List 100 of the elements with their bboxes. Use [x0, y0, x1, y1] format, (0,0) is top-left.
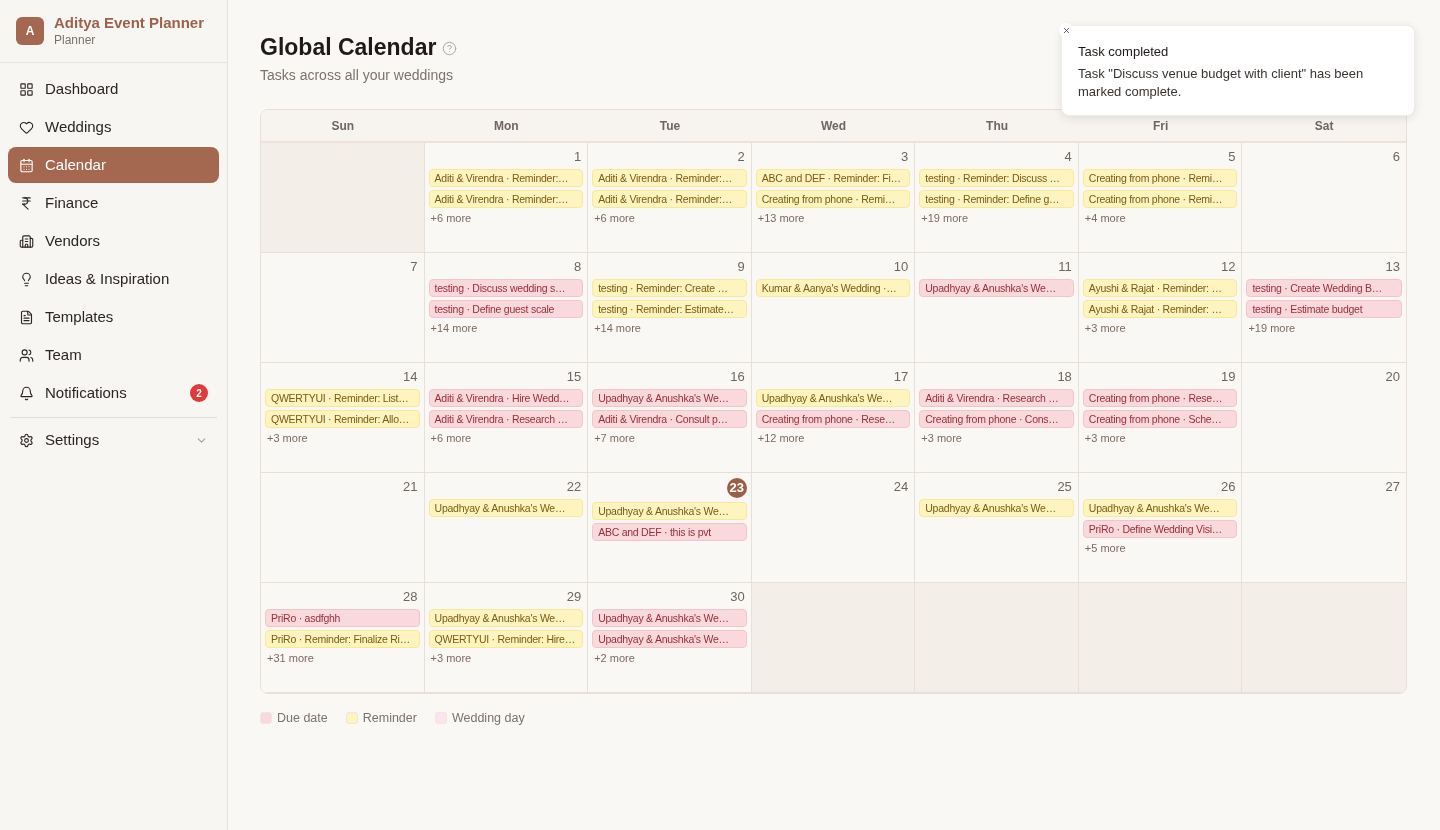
- more-link[interactable]: +7 more: [592, 430, 637, 446]
- toast-message: Task "Discuss venue budget with client" has been marked complete.: [1078, 64, 1365, 101]
- day-number: 26: [1220, 478, 1237, 496]
- nav-item[interactable]: Team: [8, 337, 219, 373]
- event-chip[interactable]: testing · Define guest scale: [428, 300, 584, 318]
- settings-nav-item[interactable]: Settings: [8, 422, 219, 458]
- day-number: 27: [1385, 478, 1401, 496]
- more-link[interactable]: +4 more: [1082, 210, 1128, 226]
- day-number: 9: [737, 258, 746, 276]
- event-chip[interactable]: Upadhyay & Anushka's We…: [592, 389, 747, 407]
- event-chip[interactable]: Upadhyay & Anushka's We…: [1082, 499, 1238, 517]
- weekday-header: Sat: [1313, 117, 1335, 135]
- weekday-header: Thu: [985, 117, 1010, 135]
- day-number: 15: [566, 368, 583, 386]
- event-chip[interactable]: testing · Reminder: Discuss …: [919, 169, 1074, 187]
- day-number: 6: [1392, 148, 1401, 166]
- day-number: 5: [1228, 148, 1237, 166]
- event-chip[interactable]: Upadhyay & Anushka's We…: [592, 609, 747, 627]
- event-chip[interactable]: Aditi & Virendra · Hire Wedd…: [428, 389, 584, 407]
- event-chip[interactable]: Aditi & Virendra · Research …: [919, 389, 1074, 407]
- nav-item[interactable]: Notifications 2: [8, 375, 219, 411]
- event-chip[interactable]: QWERTYUI · Reminder: Allo…: [265, 410, 420, 428]
- more-link[interactable]: +6 more: [428, 210, 474, 226]
- more-link[interactable]: +5 more: [1082, 540, 1128, 556]
- event-chip[interactable]: ABC and DEF · Reminder: Fi…: [755, 169, 911, 187]
- more-link[interactable]: +3 more: [428, 650, 474, 666]
- event-chip[interactable]: Upadhyay & Anushka's We…: [919, 499, 1074, 517]
- event-chip[interactable]: Upadhyay & Anushka's We…: [592, 502, 747, 520]
- event-chip[interactable]: QWERTYUI · Reminder: List…: [265, 389, 420, 407]
- event-chip[interactable]: Creating from phone · Remi…: [1082, 190, 1238, 208]
- event-chip[interactable]: Creating from phone · Rese…: [1082, 389, 1238, 407]
- event-chip[interactable]: testing · Reminder: Create …: [592, 279, 747, 297]
- event-chip[interactable]: Aditi & Virendra · Reminder:…: [592, 190, 747, 208]
- day-number: 4: [1064, 148, 1073, 166]
- day-number: 22: [566, 478, 583, 496]
- more-link[interactable]: +6 more: [592, 210, 637, 226]
- event-chip[interactable]: Ayushi & Rajat · Reminder: …: [1082, 279, 1238, 297]
- event-chip[interactable]: ABC and DEF · this is pvt: [592, 523, 747, 541]
- more-link[interactable]: +19 more: [919, 210, 971, 226]
- event-chip[interactable]: Kumar & Aanya's Wedding ·…: [755, 279, 911, 297]
- more-link[interactable]: +14 more: [428, 320, 480, 336]
- event-chip[interactable]: Upadhyay & Anushka's We…: [592, 630, 747, 648]
- nav-item[interactable]: Templates: [8, 299, 219, 335]
- day-number: 2: [737, 148, 746, 166]
- event-chip[interactable]: Creating from phone · Remi…: [755, 190, 911, 208]
- event-chip[interactable]: testing · Reminder: Define g…: [919, 190, 1074, 208]
- event-chip[interactable]: Aditi & Virendra · Reminder:…: [592, 169, 747, 187]
- day-number: 28: [403, 588, 419, 606]
- event-chip[interactable]: testing · Reminder: Estimate…: [592, 300, 747, 318]
- day-number: 16: [730, 368, 746, 386]
- brand-role: Planner: [54, 32, 96, 49]
- event-chip[interactable]: Aditi & Virendra · Reminder:…: [428, 190, 584, 208]
- more-link[interactable]: +3 more: [1082, 320, 1128, 336]
- day-number: 19: [1220, 368, 1237, 386]
- event-chip[interactable]: QWERTYUI · Reminder: Hire…: [428, 630, 584, 648]
- lightbulb-icon: [19, 271, 34, 287]
- event-chip[interactable]: Ayushi & Rajat · Reminder: …: [1082, 300, 1238, 318]
- event-chip[interactable]: Upadhyay & Anushka's We…: [755, 389, 911, 407]
- weekday-header: Sun: [330, 117, 356, 135]
- nav-item[interactable]: Vendors: [8, 223, 219, 259]
- more-link[interactable]: +19 more: [1246, 320, 1298, 336]
- nav-item[interactable]: Weddings: [8, 109, 219, 145]
- more-link[interactable]: +2 more: [592, 650, 637, 666]
- event-chip[interactable]: testing · Estimate budget: [1246, 300, 1402, 318]
- event-chip[interactable]: PriRo · Define Wedding Visi…: [1082, 520, 1238, 538]
- event-chip[interactable]: Upadhyay & Anushka's We…: [428, 609, 584, 627]
- day-number: 29: [566, 588, 583, 606]
- event-chip[interactable]: testing · Create Wedding B…: [1246, 279, 1402, 297]
- event-chip[interactable]: PriRo · asdfghh: [265, 609, 420, 627]
- more-link[interactable]: +31 more: [265, 650, 316, 666]
- event-chip[interactable]: testing · Discuss wedding s…: [428, 279, 584, 297]
- event-chip[interactable]: PriRo · Reminder: Finalize Ri…: [265, 630, 420, 648]
- event-chip[interactable]: Creating from phone · Rese…: [755, 410, 911, 428]
- day-number: 24: [893, 478, 910, 496]
- day-number: 13: [1385, 258, 1401, 276]
- more-link[interactable]: +3 more: [1082, 430, 1128, 446]
- event-chip[interactable]: Creating from phone · Sche…: [1082, 410, 1238, 428]
- event-chip[interactable]: Aditi & Virendra · Reminder:…: [428, 169, 584, 187]
- day-number: 18: [1057, 368, 1073, 386]
- event-chip[interactable]: Upadhyay & Anushka's We…: [919, 279, 1074, 297]
- event-chip[interactable]: Creating from phone · Remi…: [1082, 169, 1238, 187]
- weekday-header: Mon: [493, 117, 520, 135]
- more-link[interactable]: +6 more: [428, 430, 474, 446]
- heart-icon: [19, 119, 34, 135]
- nav-item[interactable]: Ideas & Inspiration: [8, 261, 219, 297]
- event-chip[interactable]: Aditi & Virendra · Consult p…: [592, 410, 747, 428]
- nav-item[interactable]: Finance: [8, 185, 219, 221]
- nav-item[interactable]: Calendar: [8, 147, 219, 183]
- more-link[interactable]: +12 more: [755, 430, 807, 446]
- event-chip[interactable]: Creating from phone · Cons…: [919, 410, 1074, 428]
- more-link[interactable]: +14 more: [592, 320, 643, 336]
- bell-icon: [19, 385, 34, 401]
- notification-count: 2: [190, 384, 208, 402]
- event-chip[interactable]: Upadhyay & Anushka's We…: [428, 499, 584, 517]
- event-chip[interactable]: Aditi & Virendra · Research …: [428, 410, 584, 428]
- weekday-header: Fri: [1151, 117, 1170, 135]
- more-link[interactable]: +3 more: [919, 430, 964, 446]
- nav-item[interactable]: Dashboard: [8, 71, 219, 107]
- more-link[interactable]: +3 more: [265, 430, 310, 446]
- more-link[interactable]: +13 more: [755, 210, 807, 226]
